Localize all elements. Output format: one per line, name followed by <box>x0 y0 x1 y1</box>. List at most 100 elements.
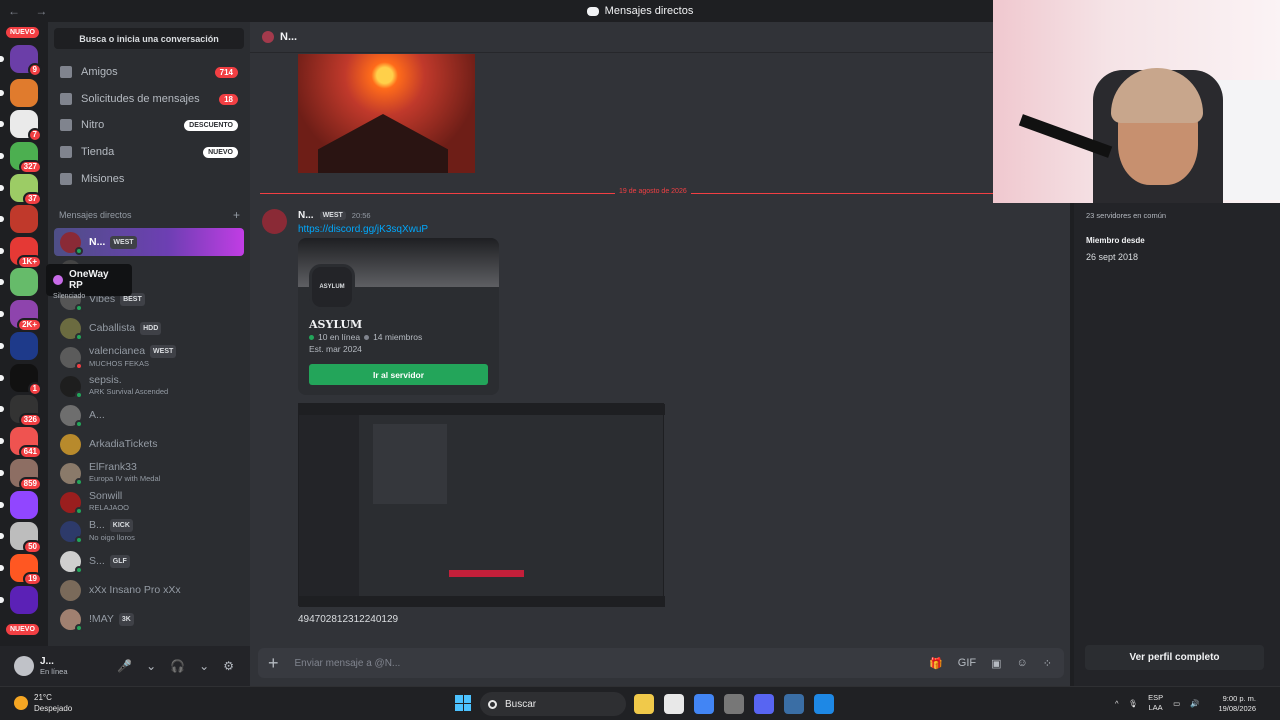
status-indicator <box>75 246 83 255</box>
microphone-icon[interactable]: 🎙 <box>1129 699 1139 708</box>
network-icon[interactable]: ▭ <box>1173 699 1180 708</box>
taskbar-app-icon[interactable] <box>784 694 804 714</box>
create-dm-icon[interactable]: + <box>233 208 240 222</box>
taskbar-app-icon[interactable] <box>724 694 744 714</box>
server-icon[interactable]: 9 <box>10 45 42 77</box>
nav-shop[interactable]: Tienda NUEVO <box>54 140 244 164</box>
avatar[interactable] <box>262 31 274 43</box>
unread-pill <box>0 279 4 285</box>
gift-icon[interactable]: 🎁 <box>929 657 943 670</box>
message-author[interactable]: N... <box>298 210 314 221</box>
mutual-servers[interactable]: 23 servidores en común <box>1086 211 1166 220</box>
chat-header: N... <box>250 22 1070 53</box>
unread-pill <box>0 121 4 127</box>
server-icon[interactable] <box>10 491 38 519</box>
dm-item[interactable]: A... <box>54 401 244 429</box>
dm-item[interactable]: Sonwill RELAJAOO <box>54 488 244 516</box>
message-composer[interactable]: + Enviar mensaje a @N... 🎁 GIF ▣ ☺ ⁘ <box>258 648 1064 678</box>
tray-overflow-icon[interactable]: ^ <box>1115 699 1119 708</box>
find-conversation-button[interactable]: Busca o inicia una conversación <box>54 28 244 49</box>
clock-date: 19/08/2026 <box>1218 704 1256 713</box>
server-icon[interactable]: 7 <box>10 110 42 142</box>
add-attachment-icon[interactable]: + <box>268 653 279 674</box>
microphone-icon[interactable]: 🎤 <box>117 659 132 673</box>
taskbar-app-icon[interactable] <box>814 694 834 714</box>
server-icon[interactable] <box>10 205 38 233</box>
server-icon[interactable]: 326 <box>10 395 42 427</box>
gif-icon[interactable]: GIF <box>958 657 976 670</box>
status-indicator <box>75 390 83 399</box>
chat-recipient-name[interactable]: N... <box>280 31 297 43</box>
dm-item[interactable]: !MAY 3K <box>54 605 244 633</box>
mention-badge: 859 <box>18 477 42 491</box>
avatar[interactable] <box>14 656 34 676</box>
server-icon[interactable] <box>10 332 38 360</box>
online-dot-icon <box>309 334 314 340</box>
server-icon[interactable]: 1K+ <box>10 237 42 269</box>
server-icon[interactable] <box>10 268 38 296</box>
unread-pill <box>0 185 4 191</box>
nav-quests[interactable]: Misiones <box>54 167 244 191</box>
avatar <box>60 491 83 515</box>
dm-item[interactable]: sepsis. ARK Survival Ascended <box>54 372 244 400</box>
server-icon[interactable] <box>10 79 38 107</box>
attached-image[interactable] <box>298 54 475 173</box>
chevron-down-icon[interactable]: ⌄ <box>199 659 209 673</box>
dm-item[interactable]: ElFrank33 Europa IV with Medal <box>54 459 244 487</box>
server-icon[interactable]: 327 <box>10 142 42 174</box>
dm-item[interactable]: xXx Insano Pro xXx <box>54 576 244 604</box>
apps-icon[interactable]: ⁘ <box>1043 657 1052 670</box>
nav-friends[interactable]: Amigos 714 <box>54 60 244 84</box>
shop-icon <box>60 146 72 158</box>
mention-badge: 2K+ <box>17 318 42 332</box>
headphones-icon[interactable]: 🎧 <box>170 659 185 673</box>
nav-nitro[interactable]: Nitro DESCUENTO <box>54 113 244 137</box>
temperature: 21°C <box>34 693 52 702</box>
invite-link[interactable]: https://discord.gg/jK3sqXwuP <box>298 224 428 235</box>
server-icon[interactable]: 1 <box>10 364 42 396</box>
taskbar-app-icon[interactable] <box>634 694 654 714</box>
mention-badge: 7 <box>27 128 42 142</box>
server-icon[interactable]: 19 <box>10 554 42 586</box>
avatar <box>60 520 83 544</box>
dm-item[interactable]: S... GLF <box>54 547 244 575</box>
mention-badge: 50 <box>23 540 42 554</box>
server-icon[interactable]: 859 <box>10 459 42 491</box>
taskbar-app-icon[interactable] <box>694 694 714 714</box>
os-taskbar: 21°C Despejado Buscar ^ 🎙 ESP LAA ▭ 🔊 9:… <box>0 686 1280 720</box>
avatar[interactable] <box>262 209 287 234</box>
sticker-icon[interactable]: ▣ <box>991 657 1001 670</box>
server-icon[interactable]: 37 <box>10 174 42 206</box>
dm-name: B... <box>89 519 105 531</box>
dm-header-label: Mensajes directos <box>59 210 132 220</box>
emoji-icon[interactable]: ☺ <box>1017 657 1028 670</box>
requests-count-badge: 18 <box>219 93 238 105</box>
view-full-profile-button[interactable]: Ver perfil completo <box>1085 645 1264 670</box>
join-server-button[interactable]: Ir al servidor <box>309 364 488 385</box>
language-indicator[interactable]: ESP LAA <box>1148 693 1163 713</box>
server-icon[interactable]: 50 <box>10 522 42 554</box>
composer-placeholder: Enviar mensaje a @N... <box>294 657 401 669</box>
dm-item[interactable]: ArkadiaTickets <box>54 430 244 458</box>
dm-item[interactable]: valencianea WEST MUCHOS FEKAS <box>54 343 244 371</box>
chevron-down-icon[interactable]: ⌄ <box>146 659 156 673</box>
server-icon[interactable]: 2K+ <box>10 300 42 332</box>
history-nav-arrows[interactable]: ← → <box>8 4 53 18</box>
volume-icon[interactable]: 🔊 <box>1190 699 1199 708</box>
gear-icon[interactable]: ⚙ <box>223 659 234 673</box>
dm-item[interactable]: B... KICK No oigo lloros <box>54 517 244 545</box>
taskbar-app-icon[interactable] <box>664 694 684 714</box>
nav-message-requests[interactable]: Solicitudes de mensajes 18 <box>54 87 244 111</box>
taskbar-app-icon[interactable] <box>754 694 774 714</box>
taskbar-search[interactable]: Buscar <box>480 692 626 716</box>
server-icon[interactable] <box>10 586 38 614</box>
dm-item[interactable]: N... WEST <box>54 228 244 256</box>
dm-item[interactable]: Caballista HDD <box>54 314 244 342</box>
attached-screenshot[interactable] <box>298 403 665 607</box>
clock[interactable]: 9:00 p. m. 19/08/2026 <box>1218 694 1256 714</box>
server-icon[interactable]: 641 <box>10 427 42 459</box>
server-rail: NUEVO NUEVO 9 7 327 37 1K+ 2K+ 1 326 641 859 50 19 <box>0 22 48 646</box>
start-button[interactable] <box>455 695 471 711</box>
dm-name: !MAY <box>89 612 114 625</box>
weather-widget[interactable]: 21°C Despejado <box>14 692 72 714</box>
